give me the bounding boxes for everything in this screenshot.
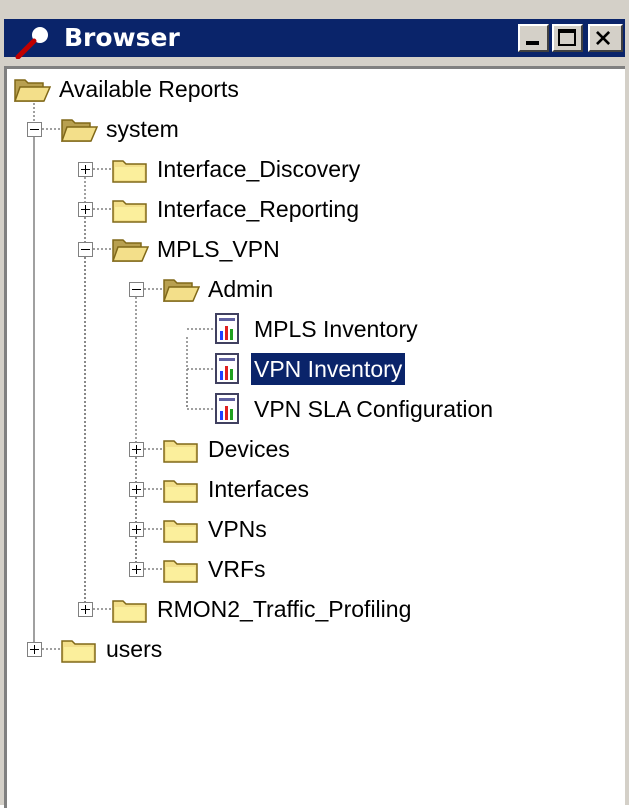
- tree-node[interactable]: Devices: [7, 433, 617, 465]
- tree-node[interactable]: VPNs: [7, 513, 617, 545]
- expand-toggle-icon[interactable]: [78, 162, 93, 177]
- report-icon: [213, 313, 243, 350]
- tree-node[interactable]: VPN Inventory: [7, 353, 617, 385]
- node-label: users: [106, 636, 163, 662]
- tree-node[interactable]: VPN SLA Configuration: [7, 393, 617, 425]
- node-label: MPLS Inventory: [254, 316, 418, 342]
- window-title: Browser: [64, 23, 180, 52]
- close-icon: [596, 30, 611, 46]
- collapse-toggle-icon[interactable]: [27, 122, 42, 137]
- tree-node[interactable]: Admin: [7, 273, 617, 305]
- maximize-button[interactable]: [552, 24, 583, 52]
- closed-folder-icon: [111, 154, 149, 189]
- node-label: Devices: [208, 436, 290, 462]
- open-folder-icon: [60, 114, 99, 149]
- tree-node[interactable]: Interface_Reporting: [7, 193, 617, 225]
- node-label: Interface_Reporting: [157, 196, 360, 222]
- tree-node[interactable]: Interfaces: [7, 473, 617, 505]
- node-label: Interface_Discovery: [157, 156, 361, 182]
- expand-toggle-icon[interactable]: [129, 562, 144, 577]
- closed-folder-icon: [111, 594, 149, 629]
- expand-toggle-icon[interactable]: [129, 482, 144, 497]
- tree-node[interactable]: VRFs: [7, 553, 617, 585]
- report-tree[interactable]: Available Reports system Interface_Discove…: [4, 66, 625, 808]
- closed-folder-icon: [162, 514, 200, 549]
- minimize-button[interactable]: [518, 24, 549, 52]
- expand-toggle-icon[interactable]: [78, 602, 93, 617]
- report-icon: [213, 393, 243, 430]
- open-folder-icon: [13, 74, 52, 109]
- node-label: VPNs: [208, 516, 267, 542]
- tree-node[interactable]: users: [7, 633, 617, 665]
- node-label: RMON2_Traffic_Profiling: [157, 596, 412, 622]
- collapse-toggle-icon[interactable]: [129, 282, 144, 297]
- node-label: VRFs: [208, 556, 266, 582]
- tree-node[interactable]: RMON2_Traffic_Profiling: [7, 593, 617, 625]
- magnifier-icon: [15, 27, 48, 59]
- open-folder-icon: [162, 274, 201, 309]
- closed-folder-icon: [60, 634, 98, 669]
- closed-folder-icon: [162, 434, 200, 469]
- node-label: VPN SLA Configuration: [254, 396, 494, 422]
- report-icon: [213, 353, 243, 390]
- collapse-toggle-icon[interactable]: [78, 242, 93, 257]
- minimize-icon: [526, 41, 539, 45]
- expand-toggle-icon[interactable]: [129, 442, 144, 457]
- expand-toggle-icon[interactable]: [78, 202, 93, 217]
- closed-folder-icon: [111, 194, 149, 229]
- node-label: Available Reports: [59, 76, 239, 102]
- tree-root-node[interactable]: Available Reports: [7, 73, 617, 105]
- tree-node[interactable]: Interface_Discovery: [7, 153, 617, 185]
- closed-folder-icon: [162, 474, 200, 509]
- selected-node-label: VPN Inventory: [251, 353, 406, 385]
- browser-window: Browser Available Reports system Interface…: [0, 0, 629, 808]
- node-label: system: [106, 116, 179, 142]
- expand-toggle-icon[interactable]: [27, 642, 42, 657]
- tree-node[interactable]: MPLS_VPN: [7, 233, 617, 265]
- closed-folder-icon: [162, 554, 200, 589]
- tree-node[interactable]: system: [7, 113, 617, 145]
- maximize-icon: [558, 29, 576, 46]
- title-bar[interactable]: Browser: [4, 19, 625, 59]
- tree-node[interactable]: MPLS Inventory: [7, 313, 617, 345]
- open-folder-icon: [111, 234, 150, 269]
- node-label: Interfaces: [208, 476, 309, 502]
- close-button[interactable]: [588, 24, 623, 52]
- expand-toggle-icon[interactable]: [129, 522, 144, 537]
- node-label: MPLS_VPN: [157, 236, 280, 262]
- node-label: Admin: [208, 276, 274, 302]
